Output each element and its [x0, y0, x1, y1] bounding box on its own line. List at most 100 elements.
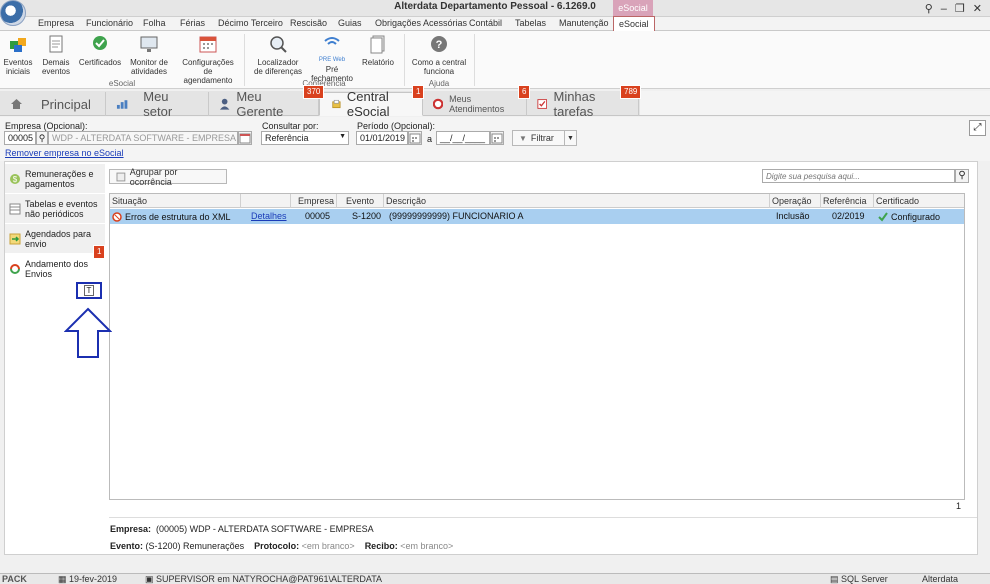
tab-meus-atendimentos[interactable]: Meus Atendimentos	[423, 92, 527, 116]
col-descricao[interactable]: Descrição	[384, 194, 770, 208]
group-icon	[116, 172, 126, 181]
menu-rescisao[interactable]: Rescisão	[290, 18, 327, 28]
status-db: ▤ SQL Server	[830, 574, 888, 584]
badge-meus-atendimentos: 6	[518, 85, 531, 99]
menu-contabil[interactable]: Contábil	[469, 18, 502, 28]
main-tabs: Principal Meu setor Meu Gerente Central …	[0, 89, 990, 119]
sidebar-item-agendados[interactable]: Agendados para envio	[5, 224, 105, 254]
eventos-iniciais-button[interactable]: Eventos iniciais	[3, 34, 33, 76]
consultar-label: Consultar por:	[262, 121, 319, 131]
lifebuoy-icon	[433, 98, 444, 110]
badge-meu-gerente: 370	[303, 85, 325, 99]
sidebar-item-tabelas[interactable]: Tabelas e eventos não periódicos	[5, 194, 105, 224]
tab-central-esocial[interactable]: Central eSocial	[319, 89, 423, 119]
cell-descricao: (99999999999) FUNCIONARIO A	[389, 211, 524, 221]
window-controls: ⚲ – ❐ ✕	[925, 0, 990, 17]
menu-guias[interactable]: Guias	[338, 18, 362, 28]
close-icon[interactable]: ✕	[973, 2, 982, 15]
menu-esocial[interactable]: eSocial	[613, 16, 655, 31]
puzzle-icon	[10, 38, 26, 52]
monitor-icon	[140, 36, 158, 52]
badge-minhas-tarefas: 789	[620, 85, 642, 99]
periodo-to-input[interactable]: __/__/____	[436, 131, 490, 145]
help-icon: ?	[431, 36, 447, 52]
funnel-icon: ▼	[519, 133, 527, 143]
calendar-icon	[199, 36, 217, 53]
search-input[interactable]	[762, 169, 955, 183]
detail-evento: Evento: (S-1200) Remunerações Protocolo:…	[110, 541, 454, 551]
menu-decimo-terceiro[interactable]: Décimo Terceiro	[218, 18, 283, 28]
demais-eventos-button[interactable]: Demais eventos	[40, 34, 72, 76]
group-label-esocial: eSocial	[108, 79, 136, 88]
tab-principal[interactable]: Principal	[0, 92, 106, 116]
consultar-select[interactable]: Referência ▼	[261, 131, 349, 145]
col-operacao[interactable]: Operação	[770, 194, 821, 208]
como-central-funciona-button[interactable]: ? Como a central funciona	[410, 34, 468, 76]
menu-ferias[interactable]: Férias	[180, 18, 205, 28]
ribbon: Eventos iniciais Demais eventos Certific…	[0, 31, 990, 89]
menu-bar: Empresa Funcionário Folha Férias Décimo …	[0, 16, 990, 31]
pre-fechamento-button[interactable]: PRE Web Pré fechamento	[310, 34, 354, 83]
chart-icon	[116, 100, 128, 109]
empresa-lookup-icon[interactable]	[238, 131, 252, 145]
configuracoes-agendamento-button[interactable]: Configurações de agendamento	[178, 34, 238, 85]
detail-empresa: Empresa: (00005) WDP - ALTERDATA SOFTWAR…	[110, 524, 374, 534]
menu-manutencao[interactable]: Manutenção	[559, 18, 609, 28]
badge-central-esocial: 1	[412, 85, 425, 99]
app-logo[interactable]	[0, 0, 26, 26]
home-icon	[11, 99, 22, 109]
document-icon	[49, 35, 63, 53]
calendar-icon[interactable]	[490, 131, 504, 145]
sidebar-item-remuneracoes[interactable]: $ Remunerações e pagamentos	[5, 164, 105, 194]
menu-obrigacoes[interactable]: Obrigações Acessórias	[375, 18, 467, 28]
remove-empresa-link[interactable]: Remover empresa no eSocial	[5, 148, 124, 158]
localizador-diferencas-button[interactable]: Localizador de diferenças	[252, 34, 304, 76]
sidebar-item-andamento[interactable]: Andamento dos Envios	[5, 254, 105, 284]
group-separator	[474, 34, 475, 86]
col-empresa[interactable]: Empresa	[291, 194, 337, 208]
main-panel: $ Remunerações e pagamentos Tabelas e ev…	[4, 161, 978, 555]
status-pack: PACK	[2, 574, 27, 584]
status-brand: Alterdata	[922, 574, 959, 584]
menu-tabelas[interactable]: Tabelas	[515, 18, 546, 28]
status-bar: PACK ▦ 19-fev-2019 ▣ SUPERVISOR em NATYR…	[0, 573, 990, 584]
cell-referencia: 02/2019	[832, 211, 865, 221]
col-evento[interactable]: Evento	[337, 194, 384, 208]
empresa-search-icon[interactable]: ⚲	[36, 131, 48, 145]
search-icon[interactable]: ⚲	[955, 169, 969, 183]
monitor-atividades-button[interactable]: Monitor de atividades	[126, 34, 172, 76]
filtrar-dropdown[interactable]: ▼	[564, 130, 577, 146]
menu-empresa[interactable]: Empresa	[38, 18, 74, 28]
check-icon	[878, 211, 888, 222]
menu-folha[interactable]: Folha	[143, 18, 166, 28]
divider	[109, 517, 977, 518]
minimize-icon[interactable]: –	[941, 3, 947, 15]
relatorio-button[interactable]: Relatório	[360, 34, 396, 67]
events-grid: Situação Empresa Evento Descrição Operaç…	[109, 193, 965, 500]
certificados-button[interactable]: Certificados	[78, 34, 122, 67]
periodo-label: Período (Opcional):	[357, 121, 436, 131]
status-user: ▣ SUPERVISOR em NATYROCHA@PAT961\ALTERDA…	[145, 574, 383, 584]
agrupar-ocorrencia-button[interactable]: Agrupar por ocorrência	[109, 167, 227, 187]
annotation-highlight-button[interactable]: T	[76, 282, 102, 299]
maximize-icon[interactable]: ❐	[955, 2, 965, 15]
annotation-up-arrow-icon	[64, 307, 112, 358]
detalhes-link[interactable]: Detalhes	[249, 209, 289, 224]
col-link[interactable]	[241, 194, 291, 208]
empresa-code-input[interactable]: 00005	[4, 131, 36, 145]
calendar-icon[interactable]	[408, 131, 422, 145]
col-referencia[interactable]: Referência	[821, 194, 874, 208]
menu-funcionario[interactable]: Funcionário	[86, 18, 133, 28]
tab-meu-setor[interactable]: Meu setor	[106, 89, 209, 119]
database-icon: ▤	[830, 574, 839, 584]
expand-icon[interactable]: ⤢	[969, 120, 986, 136]
table-row[interactable]: Erros de estrutura do XML Detalhes 00005…	[110, 209, 964, 224]
col-situacao[interactable]: Situação	[110, 194, 241, 208]
col-certificado[interactable]: Certificado	[874, 194, 964, 208]
filtrar-button[interactable]: ▼ Filtrar	[512, 130, 565, 146]
cell-evento: S-1200	[352, 211, 382, 221]
periodo-from-input[interactable]: 01/01/2019	[356, 131, 408, 145]
search-icon[interactable]: ⚲	[925, 2, 933, 15]
checkbox-icon	[537, 99, 548, 109]
svg-text:?: ?	[436, 39, 443, 51]
